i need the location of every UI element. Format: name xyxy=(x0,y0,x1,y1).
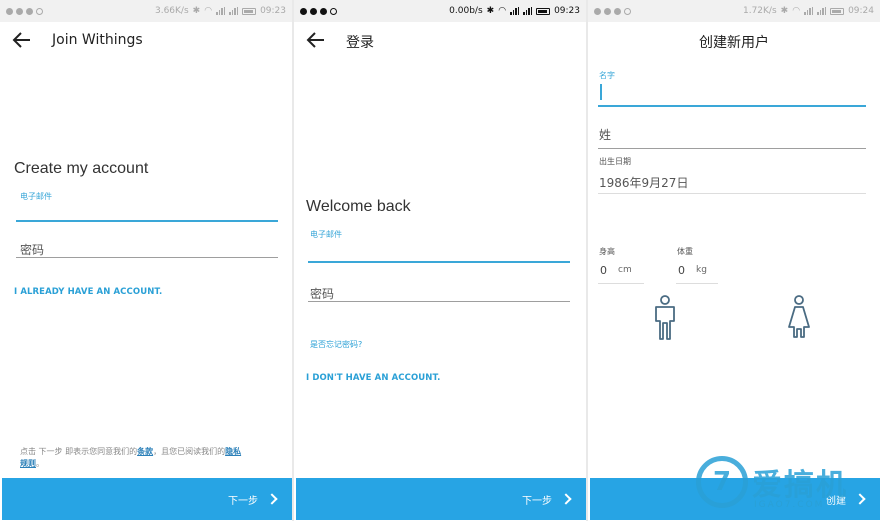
password-field[interactable]: 密码 xyxy=(310,285,334,302)
wifi-icon: ◠ xyxy=(498,6,507,16)
status-bar: 0.00b/s ✱ ◠ 09:23 xyxy=(294,0,586,22)
notification-icon xyxy=(614,7,621,15)
battery-icon xyxy=(536,7,551,15)
notification-icon xyxy=(594,7,601,15)
height-field[interactable]: 0 xyxy=(600,264,607,277)
clock: 09:23 xyxy=(554,6,580,16)
status-bar: 1.72K/s ✱ ◠ 09:24 xyxy=(588,0,880,22)
terms-link[interactable]: 条款 xyxy=(137,447,153,456)
password-field[interactable]: 密码 xyxy=(20,241,44,258)
weight-label: 体重 xyxy=(677,247,693,256)
already-have-account-link[interactable]: I ALREADY HAVE AN ACCOUNT. xyxy=(14,287,162,297)
text-cursor xyxy=(600,84,602,100)
app-bar: Join Withings xyxy=(0,22,292,58)
password-underline xyxy=(16,257,278,258)
network-speed: 3.66K/s xyxy=(154,6,189,16)
back-arrow-icon[interactable] xyxy=(306,31,326,49)
next-button[interactable]: 下一步 xyxy=(2,478,292,520)
next-button[interactable]: 下一步 xyxy=(296,478,586,520)
watermark-mark: 7 xyxy=(696,456,748,508)
battery-icon xyxy=(242,7,257,15)
notification-icon xyxy=(36,7,43,15)
password-underline xyxy=(308,301,570,302)
privacy-link-cont[interactable]: 规则 xyxy=(20,459,36,468)
signal-icon xyxy=(523,7,533,15)
notification-icon xyxy=(300,7,307,15)
height-label: 身高 xyxy=(599,247,615,256)
notification-icon xyxy=(310,7,317,15)
welcome-heading: Welcome back xyxy=(306,198,411,215)
page-title: 登录 xyxy=(346,35,374,51)
weight-underline xyxy=(676,283,718,284)
signal-icon xyxy=(804,7,814,15)
last-name-field[interactable]: 姓 xyxy=(599,126,611,143)
email-label: 电子邮件 xyxy=(310,230,342,239)
bluetooth-icon: ✱ xyxy=(192,6,201,16)
watermark-domain: IGAO7.COM xyxy=(754,500,825,510)
network-speed: 1.72K/s xyxy=(742,6,777,16)
bluetooth-icon: ✱ xyxy=(780,6,789,16)
create-user-screen: 1.72K/s ✱ ◠ 09:24 创建新用户 名字 姓 出生日期 1986年9… xyxy=(588,0,880,521)
notification-icons xyxy=(6,7,43,15)
weight-field[interactable]: 0 xyxy=(678,264,685,277)
page-title: Join Withings xyxy=(52,32,143,48)
legal-notice: 点击 下一步 即表示您同意我们的条款，且您已阅读我们的隐私规则。 xyxy=(20,446,280,470)
notification-icon xyxy=(6,7,13,15)
first-name-label: 名字 xyxy=(599,71,615,80)
notification-icon xyxy=(604,7,611,15)
height-underline xyxy=(598,283,644,284)
notification-icon xyxy=(26,7,33,15)
notification-icon xyxy=(16,7,23,15)
notification-icon xyxy=(320,7,327,15)
male-icon[interactable] xyxy=(652,295,678,341)
dob-underline xyxy=(598,193,866,194)
battery-icon xyxy=(830,7,845,15)
signal-icon xyxy=(229,7,239,15)
wifi-icon: ◠ xyxy=(204,6,213,16)
next-label: 下一步 xyxy=(522,495,552,507)
clock: 09:23 xyxy=(260,6,286,16)
email-label: 电子邮件 xyxy=(20,192,52,201)
dob-field[interactable]: 1986年9月27日 xyxy=(599,174,688,191)
no-account-link[interactable]: I DON'T HAVE AN ACCOUNT. xyxy=(306,373,440,383)
bluetooth-icon: ✱ xyxy=(486,6,495,16)
status-bar: 3.66K/s ✱ ◠ 09:23 xyxy=(0,0,292,22)
signal-icon xyxy=(817,7,827,15)
clock: 09:24 xyxy=(848,6,874,16)
email-field[interactable] xyxy=(308,261,570,263)
notification-icon xyxy=(330,7,337,15)
signal-icon xyxy=(510,7,520,15)
app-bar: 创建新用户 xyxy=(588,22,880,58)
weight-unit: kg xyxy=(696,265,707,275)
privacy-link[interactable]: 隐私 xyxy=(225,447,241,456)
wifi-icon: ◠ xyxy=(792,6,801,16)
email-field[interactable] xyxy=(16,220,278,222)
login-screen: 0.00b/s ✱ ◠ 09:23 登录 Welcome back 电子邮件 密… xyxy=(294,0,586,521)
legal-mid: ，且您已阅读我们的 xyxy=(153,447,226,456)
notification-icon xyxy=(624,7,631,15)
page-title: 创建新用户 xyxy=(699,35,769,51)
next-label: 下一步 xyxy=(228,495,258,507)
last-name-underline xyxy=(598,148,866,149)
app-bar: 登录 xyxy=(294,22,586,58)
network-speed: 0.00b/s xyxy=(449,6,483,16)
chevron-right-icon xyxy=(560,493,572,505)
forgot-password-link[interactable]: 是否忘记密码? xyxy=(310,339,362,350)
signal-icon xyxy=(216,7,226,15)
height-unit: cm xyxy=(618,265,632,275)
create-account-heading: Create my account xyxy=(14,160,149,177)
notification-icons xyxy=(300,7,337,15)
dob-label: 出生日期 xyxy=(599,157,631,166)
female-icon[interactable] xyxy=(787,295,811,341)
notification-icons xyxy=(594,7,631,15)
first-name-field[interactable] xyxy=(598,105,866,107)
join-withings-screen: 3.66K/s ✱ ◠ 09:23 Join Withings Create m… xyxy=(0,0,292,521)
legal-prefix: 点击 下一步 即表示您同意我们的 xyxy=(20,447,138,456)
back-arrow-icon[interactable] xyxy=(12,31,32,49)
chevron-right-icon xyxy=(266,493,278,505)
watermark-brand: 爱搞机 xyxy=(752,468,848,503)
legal-suffix: 。 xyxy=(36,459,44,468)
chevron-right-icon xyxy=(854,493,866,505)
